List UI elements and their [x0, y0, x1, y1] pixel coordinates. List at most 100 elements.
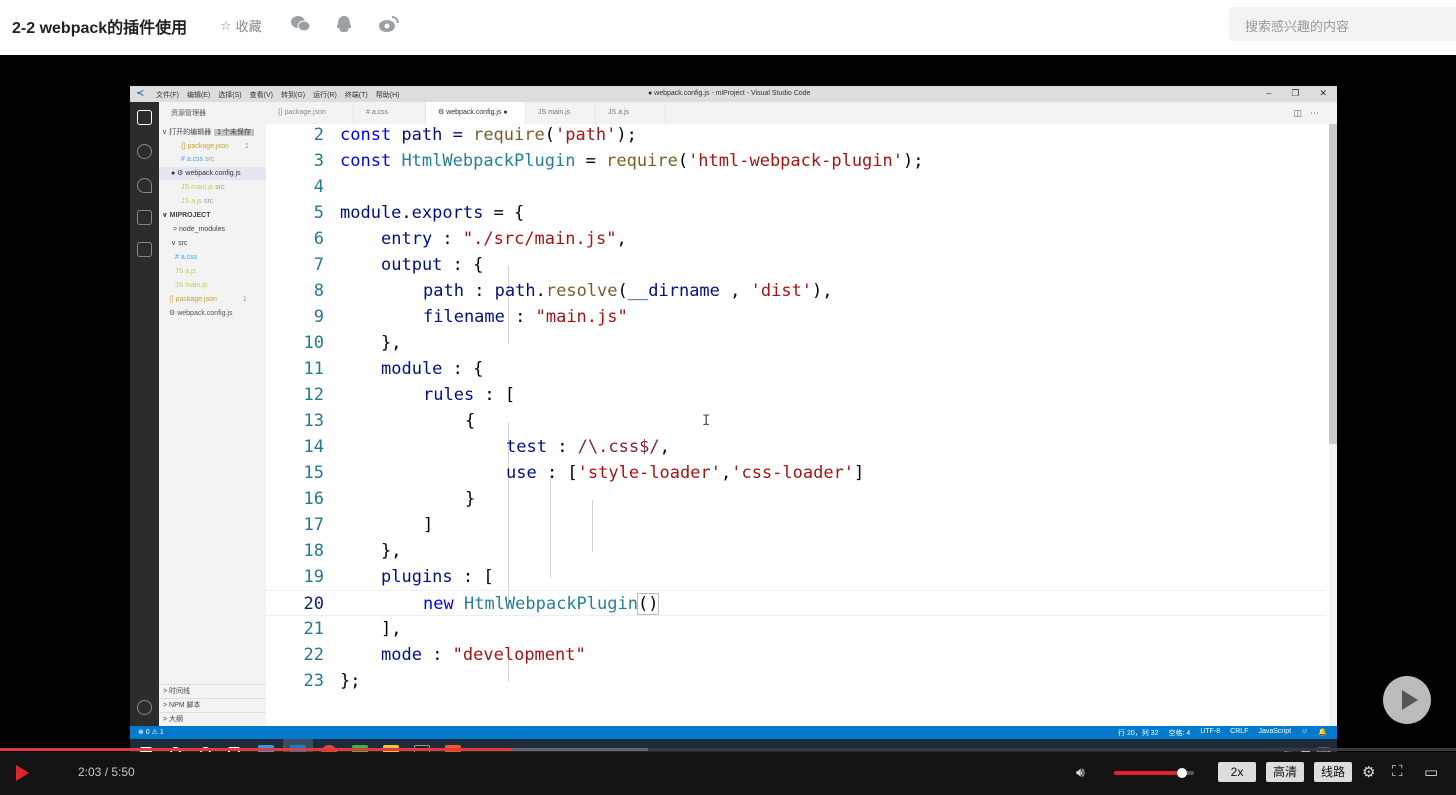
- volume-icon[interactable]: 🔊︎: [1076, 764, 1085, 781]
- video-frame[interactable]: ≺ 文件(F) 编辑(E) 选择(S) 查看(V) 转到(G) 运行(R) 终端…: [2, 70, 1456, 752]
- vscode-titlebar: ≺ 文件(F) 编辑(E) 选择(S) 查看(V) 转到(G) 运行(R) 终端…: [130, 86, 1337, 102]
- split-editor-icon: ◫: [1293, 108, 1310, 118]
- line-number: 3: [313, 151, 324, 171]
- route-button[interactable]: 线路: [1314, 762, 1353, 782]
- weibo-icon[interactable]: [378, 14, 400, 36]
- scrollbar-thumb: [1329, 124, 1337, 444]
- problems-indicator: ⊗ 0 ⚠ 1: [138, 729, 164, 736]
- code-token: HtmlWebpackPlugin: [463, 594, 638, 614]
- code-token: ),: [812, 281, 833, 301]
- menu-edit: 编辑(E): [186, 92, 211, 99]
- time-display: 2:03 / 5:50: [78, 765, 135, 779]
- status-right: 行 20，列 32 空格: 4 UTF-8 CRLF JavaScript ☺ …: [1118, 728, 1327, 738]
- code-line: 8 path : path.resolve(__dirname , 'dist')…: [266, 278, 1326, 304]
- open-editor-name: JS main.js: [181, 184, 214, 191]
- code-token: exports: [411, 203, 484, 223]
- window-title: ● webpack.config.js - miProject - Visual…: [648, 90, 811, 97]
- qq-icon[interactable]: [334, 14, 356, 36]
- explorer-title: 资源管理器: [171, 110, 206, 117]
- more-actions-icon: ⋯: [1310, 108, 1327, 118]
- tab-webpack-config: ⚙ webpack.config.js ●: [426, 102, 526, 124]
- code-token: const: [340, 151, 392, 171]
- code-token: {: [465, 411, 476, 431]
- code-line: 6 entry : "./src/main.js",: [266, 226, 1326, 252]
- favorite-button[interactable]: ☆ 收藏: [220, 16, 262, 35]
- code-token: ,: [616, 229, 627, 249]
- vscode-menu: 文件(F) 编辑(E) 选择(S) 查看(V) 转到(G) 运行(R) 终端(T…: [156, 90, 399, 100]
- maximize-icon: ❐: [1291, 88, 1300, 98]
- code-token: rules: [423, 385, 475, 405]
- tab-package-json: {} package.json: [266, 102, 354, 124]
- code-line: 4: [266, 174, 1326, 200]
- line-number: 7: [313, 255, 324, 275]
- code-line: 22 mode : "development": [266, 642, 1326, 668]
- code-token: },: [381, 541, 402, 561]
- project-label: MIPROJECT: [169, 212, 211, 219]
- language-mode: JavaScript: [1258, 728, 1292, 735]
- code-token: = {: [483, 203, 525, 223]
- code-token: .: [401, 203, 412, 223]
- vscode-screen: ≺ 文件(F) 编辑(E) 选择(S) 查看(V) 转到(G) 运行(R) 终端…: [130, 86, 1337, 752]
- menu-view: 查看(V): [249, 92, 273, 99]
- code-token: HtmlWebpackPlugin: [401, 151, 576, 171]
- editor-tabs: {} package.json # a.css ⚙ webpack.config…: [266, 102, 1337, 124]
- code-line: 3 const HtmlWebpackPlugin = require('html…: [266, 148, 1326, 174]
- feedback-icon: ☺: [1301, 728, 1309, 735]
- window-controls: – ❐ ✕: [1266, 88, 1327, 99]
- search-input[interactable]: 搜索感兴趣的内容: [1229, 7, 1456, 41]
- open-editor-extra: src: [205, 156, 215, 163]
- search-icon: [137, 144, 152, 159]
- code-token: output: [381, 255, 443, 275]
- progress-bar[interactable]: [0, 748, 1456, 751]
- tab-a-css: # a.css: [354, 102, 426, 124]
- code-line: 16}: [266, 486, 1326, 512]
- tree-item: JS a.js: [175, 268, 197, 275]
- quality-button[interactable]: 高清: [1266, 762, 1305, 782]
- big-play-button[interactable]: [1383, 676, 1431, 724]
- open-editor-name: ● ⚙ webpack.config.js: [171, 170, 241, 177]
- star-icon: ☆: [220, 17, 232, 33]
- code-token: :: [463, 281, 495, 301]
- line-number: 6: [313, 229, 324, 249]
- tree-item: # a.css: [175, 254, 198, 261]
- code-line: 10},: [266, 330, 1326, 356]
- code-line: 19 plugins : [: [266, 564, 1326, 590]
- open-editors-label: 打开的编辑器: [169, 129, 212, 136]
- code-token: ,: [719, 281, 751, 301]
- code-token: entry: [381, 229, 433, 249]
- settings-gear-icon[interactable]: ⚙: [1362, 763, 1375, 781]
- code-token: /\.css$/: [577, 437, 660, 457]
- code-line: 7 output : {: [266, 252, 1326, 278]
- extensions-icon: [137, 242, 152, 257]
- explorer-icon: [137, 110, 152, 125]
- line-number: 5: [313, 203, 324, 223]
- speed-button[interactable]: 2x: [1218, 762, 1256, 782]
- line-number: 14: [303, 437, 324, 457]
- code-token: path =: [391, 125, 474, 145]
- tree-item: ∨ src: [171, 240, 188, 247]
- code-token: (: [617, 281, 628, 301]
- indent-setting: 空格: 4: [1168, 730, 1191, 737]
- volume-slider[interactable]: [1114, 768, 1194, 778]
- code-token: plugins: [381, 567, 453, 587]
- line-number: 19: [303, 567, 324, 587]
- line-number: 13: [303, 411, 324, 431]
- tab-a-js: JS a.js: [596, 102, 666, 124]
- code-token: new: [423, 594, 454, 614]
- wechat-icon[interactable]: [290, 14, 312, 36]
- play-icon[interactable]: [16, 765, 29, 781]
- web-fullscreen-icon[interactable]: ⛶: [1392, 763, 1403, 780]
- tree-item-name: {} package.json: [169, 296, 217, 303]
- video-player[interactable]: ≺ 文件(F) 编辑(E) 选择(S) 查看(V) 转到(G) 运行(R) 终端…: [0, 55, 1456, 795]
- code-token: path: [423, 281, 464, 301]
- fullscreen-icon[interactable]: ▭: [1424, 763, 1438, 781]
- unsaved-badge: 1 个未保存: [214, 129, 254, 136]
- volume-knob[interactable]: [1177, 768, 1187, 778]
- code-line: 14 test : /\.css$/,: [266, 434, 1326, 460]
- code-token: module: [340, 203, 402, 223]
- code-token: path: [494, 281, 536, 301]
- code-token: const: [340, 125, 392, 145]
- line-ending: CRLF: [1230, 728, 1249, 735]
